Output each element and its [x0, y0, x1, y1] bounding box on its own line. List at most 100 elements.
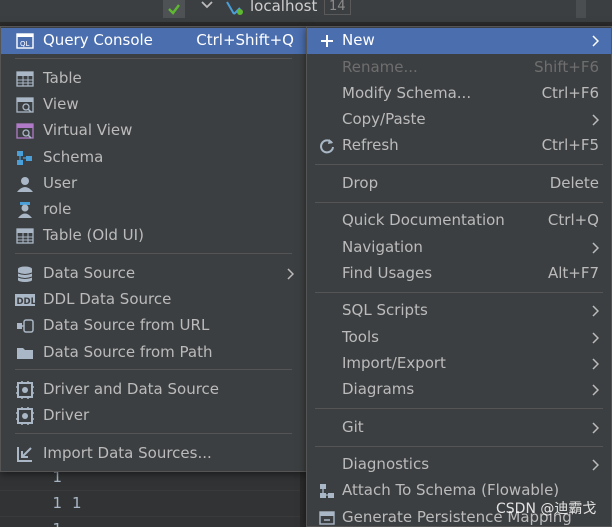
menu-item-role[interactable]: role	[1, 197, 306, 223]
menu-separator	[15, 253, 292, 254]
view-icon	[15, 96, 35, 114]
menu-item-table[interactable]: Table	[1, 66, 306, 92]
chevron-right-icon	[592, 422, 599, 434]
scrollbar-thumb[interactable]	[576, 0, 586, 18]
menu-item-label: View	[43, 95, 79, 113]
menu-item-label: Schema	[43, 148, 104, 166]
menu-item-rename[interactable]: Rename... Shift+F6	[307, 55, 611, 81]
menu-item-data-source-url[interactable]: Data Source from URL	[1, 313, 306, 339]
menu-item-import-data-sources[interactable]: Import Data Sources...	[1, 441, 306, 467]
chevron-down-icon[interactable]	[200, 0, 214, 12]
menu-item-driver[interactable]: Driver	[1, 403, 306, 429]
refresh-icon	[317, 137, 337, 155]
menu-item-label: Driver	[43, 406, 90, 424]
menu-separator	[15, 369, 292, 370]
menu-item-diagrams[interactable]: Diagrams	[307, 377, 611, 403]
query-console-icon: QL	[15, 32, 35, 50]
new-submenu: QL Query Console Ctrl+Shift+Q Table View…	[0, 26, 307, 472]
menu-separator	[315, 408, 603, 409]
menu-item-shortcut: Ctrl+F5	[541, 136, 599, 154]
data-source-url-icon	[15, 317, 35, 335]
menu-item-label: Data Source	[43, 264, 136, 282]
menu-item-diagnostics[interactable]: Diagnostics	[307, 452, 611, 478]
menu-item-label: New	[342, 31, 375, 49]
table-row[interactable]: 1 1	[0, 490, 300, 515]
menu-item-label: Driver and Data Source	[43, 380, 220, 398]
menu-separator	[315, 446, 603, 447]
watermark: CSDN @迪霸戈	[496, 501, 597, 517]
menu-item-label: Git	[342, 418, 364, 436]
menu-item-user[interactable]: User	[1, 171, 306, 197]
menu-item-view[interactable]: View	[1, 92, 306, 118]
tree-node-label[interactable]: localhost	[250, 0, 317, 15]
check-icon[interactable]	[163, 0, 185, 18]
chevron-right-icon	[592, 332, 599, 344]
menu-item-label: Navigation	[342, 238, 423, 256]
menu-item-label: Import Data Sources...	[43, 444, 212, 462]
menu-item-label: Quick Documentation	[342, 211, 505, 229]
row-number: 1	[52, 520, 62, 527]
data-source-icon	[15, 265, 35, 283]
menu-item-virtual-view[interactable]: Virtual View	[1, 118, 306, 144]
chevron-right-icon	[592, 358, 599, 370]
menu-item-driver-and-data-source[interactable]: Driver and Data Source	[1, 377, 306, 403]
plus-icon	[317, 32, 337, 50]
menu-separator	[315, 164, 603, 165]
menu-item-sql-scripts[interactable]: SQL Scripts	[307, 298, 611, 324]
menu-item-import-export[interactable]: Import/Export	[307, 351, 611, 377]
table-row[interactable]: 1	[0, 516, 300, 527]
chevron-right-icon	[592, 384, 599, 396]
menu-item-shortcut: Alt+F7	[547, 264, 599, 282]
menu-item-label: role	[43, 200, 72, 218]
menu-item-label: Data Source from URL	[43, 316, 210, 334]
menu-item-find-usages[interactable]: Find Usages Alt+F7	[307, 261, 611, 287]
menu-item-label: Import/Export	[342, 354, 446, 372]
menu-item-copy-paste[interactable]: Copy/Paste	[307, 107, 611, 133]
cell-value[interactable]: 1	[72, 494, 82, 512]
menu-item-table-old-ui[interactable]: Table (Old UI)	[1, 223, 306, 249]
chevron-right-icon	[592, 305, 599, 317]
menu-item-modify-schema[interactable]: Modify Schema... Ctrl+F6	[307, 81, 611, 107]
menu-item-query-console[interactable]: QL Query Console Ctrl+Shift+Q	[1, 28, 306, 54]
menu-item-label: Rename...	[342, 58, 418, 76]
menu-item-label: Copy/Paste	[342, 110, 426, 128]
chevron-right-icon	[592, 459, 599, 471]
table-icon	[15, 70, 35, 88]
menu-item-navigation[interactable]: Navigation	[307, 235, 611, 261]
menu-item-label: Virtual View	[43, 121, 133, 139]
menu-item-label: Find Usages	[342, 264, 433, 282]
tree-toolbar: localhost 14	[0, 0, 612, 22]
menu-item-tools[interactable]: Tools	[307, 325, 611, 351]
menu-separator	[15, 433, 292, 434]
menu-separator	[15, 58, 292, 59]
menu-item-refresh[interactable]: Refresh Ctrl+F5	[307, 133, 611, 159]
menu-item-label: Modify Schema...	[342, 84, 472, 102]
menu-item-shortcut: Ctrl+Shift+Q	[196, 31, 294, 49]
virtual-view-icon	[15, 122, 35, 140]
menu-item-label: Attach To Schema (Flowable)	[342, 481, 560, 499]
menu-item-new[interactable]: New	[307, 28, 611, 54]
database-connection-icon	[226, 1, 243, 15]
menu-item-schema[interactable]: Schema	[1, 145, 306, 171]
menu-item-git[interactable]: Git	[307, 415, 611, 441]
menu-item-drop[interactable]: Drop Delete	[307, 171, 611, 197]
driver-icon	[15, 407, 35, 425]
menu-item-label: Refresh	[342, 136, 399, 154]
menu-item-quick-documentation[interactable]: Quick Documentation Ctrl+Q	[307, 208, 611, 234]
attach-schema-icon	[317, 482, 337, 500]
persistence-mapping-icon	[317, 509, 337, 527]
menu-item-label: DDL Data Source	[43, 290, 172, 308]
menu-item-data-source[interactable]: Data Source	[1, 261, 306, 287]
menu-item-ddl-data-source[interactable]: DDL DDL Data Source	[1, 287, 306, 313]
menu-item-shortcut: Ctrl+F6	[541, 84, 599, 102]
chevron-right-icon	[592, 35, 599, 47]
context-menu: New Rename... Shift+F6 Modify Schema... …	[306, 26, 612, 527]
menu-separator	[315, 202, 603, 203]
svg-text:DDL: DDL	[17, 297, 36, 307]
folder-icon	[15, 344, 35, 362]
menu-item-label: SQL Scripts	[342, 301, 428, 319]
menu-item-data-source-path[interactable]: Data Source from Path	[1, 340, 306, 366]
menu-item-label: Table	[43, 69, 82, 87]
menu-item-label: Table (Old UI)	[43, 226, 144, 244]
menu-item-label: Query Console	[43, 31, 153, 49]
